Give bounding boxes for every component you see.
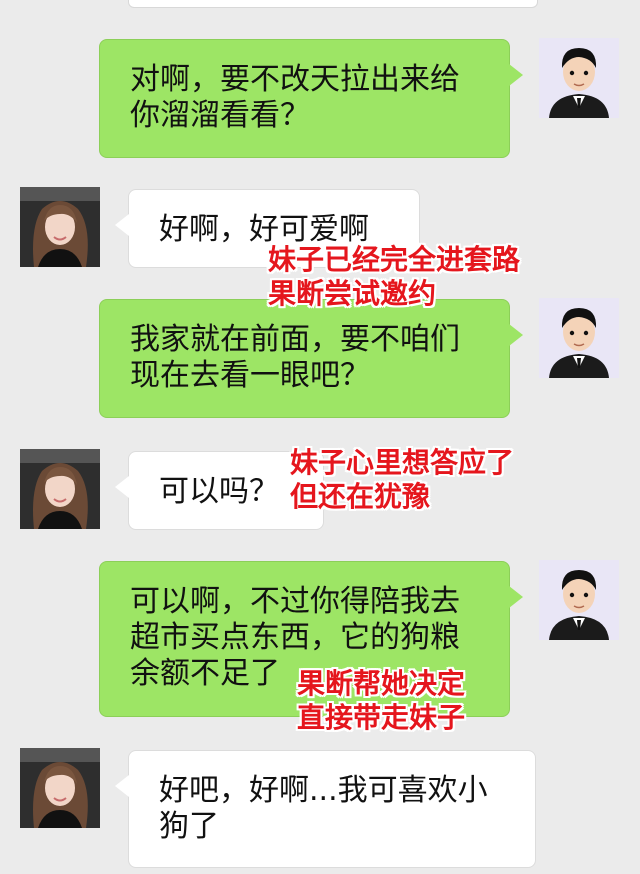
man-avatar-icon [539,298,619,378]
annotation-text: 妹子心里想答应了 但还在犹豫 [290,446,515,513]
woman-avatar-icon [20,449,100,529]
her-avatar[interactable] [20,187,100,267]
annotation-text: 果断帮她决定 直接带走妹子 [297,667,466,734]
woman-avatar-icon [20,748,100,828]
man-avatar-icon [539,560,619,640]
message-bubble-received[interactable]: 好吧，好啊...我可喜欢小 狗了 [115,750,536,868]
annotation-text: 妹子已经完全进套路 果断尝试邀约 [268,243,521,310]
message-bubble-sent[interactable]: 我家就在前面，要不咱们 现在去看一眼吧？ [99,299,523,418]
my-avatar[interactable] [539,298,619,378]
her-avatar[interactable] [20,748,100,828]
message-bubble-sent[interactable]: 对啊，要不改天拉出来给 你溜溜看看？ [99,39,523,158]
woman-avatar-icon [20,187,100,267]
my-avatar[interactable] [539,38,619,118]
my-avatar[interactable] [539,560,619,640]
her-avatar[interactable] [20,449,100,529]
man-avatar-icon [539,38,619,118]
previous-message-bubble[interactable] [128,0,538,8]
